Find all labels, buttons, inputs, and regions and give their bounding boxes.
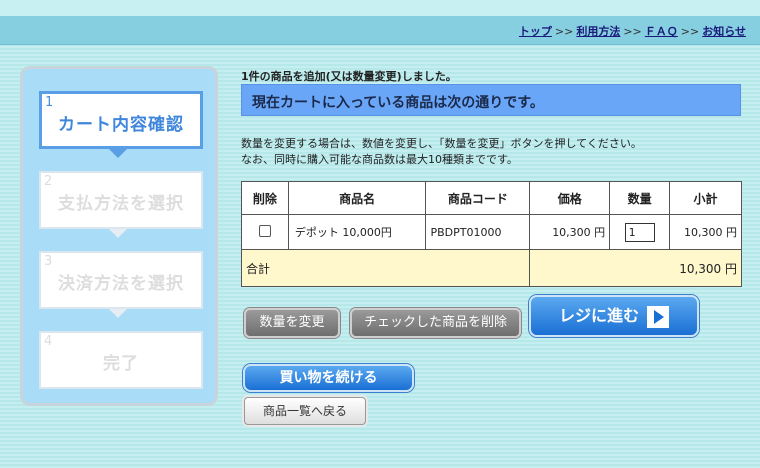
checkout-button[interactable]: レジに進む — [529, 295, 699, 337]
added-message: 1件の商品を追加(又は数量変更)しました。 — [241, 70, 457, 83]
step-label: 完了 — [103, 354, 139, 374]
total-row: 合計 10,300 円 — [240, 249, 742, 287]
nav-bar: トップ >> 利用方法 >> ＦＡＱ >> お知らせ — [0, 16, 760, 45]
step-arrow-icon — [109, 309, 127, 318]
nav-link-news[interactable]: お知らせ — [702, 25, 746, 38]
step-arrow-icon — [109, 149, 127, 158]
change-quantity-button[interactable]: 数量を変更 — [244, 308, 340, 338]
step-settlement-method: 3 決済方法を選択 — [39, 251, 203, 309]
total-value: 10,300 円 — [529, 249, 742, 287]
delete-checked-button[interactable]: チェックした商品を削除 — [350, 308, 521, 338]
product-name: デポット 10,000円 — [287, 214, 427, 250]
table-row: デポット 10,000円 PBDPT01000 10,300 円 1 10,30… — [241, 214, 742, 250]
step-payment-method: 2 支払方法を選択 — [39, 171, 203, 229]
nav-separator: >> — [623, 25, 642, 38]
nav-link-top[interactable]: トップ — [519, 25, 552, 38]
step-number: 1 — [45, 95, 54, 110]
step-label: カート内容確認 — [58, 115, 184, 135]
qty-cell: 1 — [609, 214, 671, 250]
nav-separator: >> — [554, 25, 574, 38]
back-to-list-button[interactable]: 商品一覧へ戻る — [244, 397, 366, 425]
continue-shopping-button[interactable]: 買い物を続ける — [243, 364, 414, 392]
nav-separator: >> — [680, 25, 700, 38]
nav-links: トップ >> 利用方法 >> ＦＡＱ >> お知らせ — [519, 23, 746, 39]
total-label: 合計 — [240, 249, 531, 287]
product-code: PBDPT01000 — [425, 214, 531, 250]
col-header-price: 価格 — [529, 181, 611, 215]
step-complete: 4 完了 — [39, 331, 203, 389]
col-header-qty: 数量 — [609, 181, 671, 215]
col-header-delete: 削除 — [241, 181, 289, 215]
product-subtotal: 10,300 円 — [669, 214, 742, 250]
step-label: 支払方法を選択 — [58, 194, 184, 214]
delete-checkbox[interactable] — [258, 224, 271, 237]
table-header-row: 削除 商品名 商品コード 価格 数量 小計 — [241, 181, 742, 215]
step-arrow-icon — [109, 229, 127, 238]
instruction-note: 数量を変更する場合は、数値を変更し、「数量を変更」ボタンを押してください。 なお… — [241, 136, 642, 168]
step-number: 4 — [44, 334, 53, 349]
cart-banner: 現在カートに入っている商品は次の通りです。 — [241, 84, 741, 116]
col-header-name: 商品名 — [287, 181, 427, 215]
delete-cell — [241, 214, 289, 250]
col-header-subtotal: 小計 — [669, 181, 742, 215]
step-number: 3 — [44, 254, 53, 269]
nav-link-faq[interactable]: ＦＡＱ — [645, 25, 678, 38]
step-label: 決済方法を選択 — [58, 274, 184, 294]
step-number: 2 — [44, 174, 53, 189]
note-line: 数量を変更する場合は、数値を変更し、「数量を変更」ボタンを押してください。 — [241, 137, 642, 150]
col-header-code: 商品コード — [425, 181, 531, 215]
cart-table: 削除 商品名 商品コード 価格 数量 小計 デポット 10,000円 PBDPT… — [240, 181, 742, 287]
top-band — [0, 0, 760, 16]
note-line: なお、同時に購入可能な商品数は最大10種類までです。 — [241, 153, 518, 166]
nav-link-usage[interactable]: 利用方法 — [576, 25, 620, 38]
step-cart-review: 1 カート内容確認 — [39, 91, 203, 149]
checkout-label: レジに進む — [558, 306, 639, 325]
checkout-steps-panel: 1 カート内容確認 2 支払方法を選択 3 決済方法を選択 4 完了 — [20, 66, 218, 406]
quantity-input[interactable]: 1 — [624, 222, 655, 242]
product-price: 10,300 円 — [529, 214, 611, 250]
play-arrow-icon — [647, 305, 669, 328]
